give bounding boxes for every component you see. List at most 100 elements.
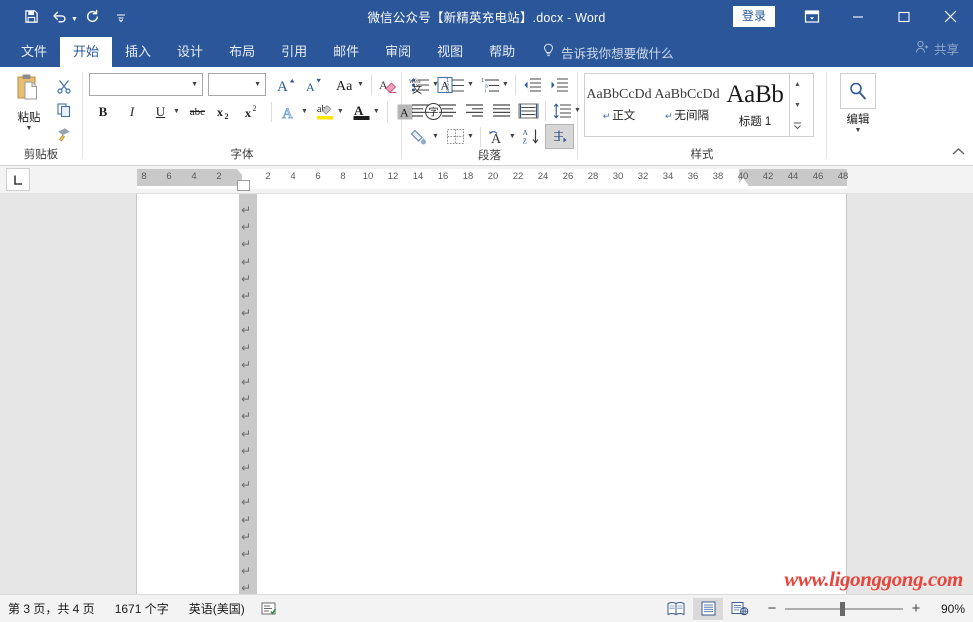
text-highlight-button[interactable]: ab ▼ <box>312 100 347 123</box>
font-name-input[interactable]: ▼ <box>89 73 203 96</box>
grow-font-button[interactable]: A <box>272 73 299 96</box>
chevron-down-icon[interactable]: ▼ <box>509 133 519 140</box>
chevron-down-icon[interactable]: ▼ <box>373 108 383 115</box>
tab-design[interactable]: 设计 <box>164 37 216 67</box>
styles-scroll-up-button[interactable]: ▲ <box>790 74 805 95</box>
decrease-indent-button[interactable] <box>519 73 546 96</box>
chevron-down-icon[interactable]: ▼ <box>173 108 183 115</box>
chevron-down-icon[interactable]: ▼ <box>301 108 311 115</box>
maximize-icon[interactable] <box>881 0 927 33</box>
editing-dropdown-caret[interactable]: ▼ <box>855 127 862 134</box>
customize-qat-icon[interactable] <box>108 5 134 29</box>
ruler-tick: 2 <box>265 171 271 182</box>
paragraph-mark: ↵ <box>241 289 252 303</box>
zoom-level-label[interactable]: 90% <box>929 602 965 616</box>
tab-home[interactable]: 开始 <box>60 37 113 67</box>
tell-me-box[interactable]: 告诉我你想要做什么 <box>542 37 674 67</box>
chevron-down-icon[interactable]: ▼ <box>502 81 512 88</box>
increase-indent-button[interactable] <box>546 73 573 96</box>
sort-button[interactable]: AZ <box>519 125 546 148</box>
undo-icon[interactable] <box>46 5 72 29</box>
format-painter-icon[interactable] <box>53 123 75 144</box>
collapse-ribbon-button[interactable] <box>952 143 965 161</box>
style-item-no-spacing[interactable]: AaBbCcDd ↵ 无间隔 <box>653 74 721 136</box>
align-right-button[interactable] <box>461 99 488 122</box>
minimize-icon[interactable] <box>835 0 881 33</box>
tab-insert[interactable]: 插入 <box>112 37 164 67</box>
save-icon[interactable] <box>18 5 44 29</box>
strikethrough-button[interactable]: abc <box>184 100 211 123</box>
font-color-button[interactable]: A ▼ <box>348 100 383 123</box>
ribbon-display-options-icon[interactable] <box>789 0 835 33</box>
tab-file[interactable]: 文件 <box>8 37 60 67</box>
align-left-button[interactable] <box>407 99 434 122</box>
justify-button[interactable] <box>488 99 515 122</box>
editing-button[interactable]: 编辑 ▼ <box>835 73 881 134</box>
styles-more-button[interactable] <box>790 115 805 136</box>
shrink-font-button[interactable]: A <box>300 73 327 96</box>
distribute-button[interactable] <box>515 99 542 122</box>
document-page[interactable]: ↵ ↵ ↵ ↵ ↵ ↵ ↵ ↵ ↵ ↵ ↵ ↵ ↵ ↵ ↵ ↵ ↵ ↵ ↵ ↵ ↵ ↵ ↵ <box>137 194 846 594</box>
bold-button[interactable]: B <box>89 100 117 123</box>
share-button[interactable]: 共享 <box>915 39 959 58</box>
right-indent-marker[interactable] <box>737 178 749 186</box>
tab-mailings[interactable]: 邮件 <box>320 37 372 67</box>
document-area[interactable]: ↵ ↵ ↵ ↵ ↵ ↵ ↵ ↵ ↵ ↵ ↵ ↵ ↵ ↵ ↵ ↵ ↵ ↵ ↵ ↵ ↵ ↵ ↵ www.ligonggong.c… <box>0 194 973 594</box>
tab-view[interactable]: 视图 <box>424 37 476 67</box>
clear-formatting-button[interactable]: A <box>376 73 403 96</box>
superscript-button[interactable]: x2 <box>240 100 267 123</box>
tab-review[interactable]: 审阅 <box>372 37 424 67</box>
zoom-in-button[interactable]: + <box>909 601 923 616</box>
styles-scroll-down-button[interactable]: ▼ <box>790 95 805 116</box>
proofing-errors-icon[interactable] <box>255 601 283 616</box>
shading-button[interactable]: ▼ <box>407 125 442 148</box>
font-size-input[interactable]: ▼ <box>208 73 266 96</box>
redo-icon[interactable] <box>80 5 106 29</box>
change-case-button[interactable]: Aa ▼ <box>332 73 367 96</box>
asian-layout-button[interactable]: A ▼ <box>484 125 519 148</box>
chevron-down-icon[interactable]: ▼ <box>467 133 477 140</box>
subscript-button[interactable]: x2 <box>212 100 239 123</box>
chevron-down-icon[interactable]: ▼ <box>357 81 367 88</box>
print-layout-button[interactable] <box>693 597 723 620</box>
chevron-down-icon[interactable]: ▼ <box>191 81 198 88</box>
left-indent-marker[interactable] <box>237 180 250 191</box>
style-item-normal[interactable]: AaBbCcDd ↵ 正文 <box>585 74 653 136</box>
paste-dropdown-caret[interactable]: ▼ <box>26 125 33 132</box>
copy-icon[interactable] <box>53 99 75 120</box>
undo-dropdown-caret[interactable]: ▼ <box>71 16 78 23</box>
first-line-indent-marker[interactable] <box>237 169 249 176</box>
bullets-button[interactable]: ▼ <box>407 73 442 96</box>
read-mode-button[interactable] <box>661 598 691 620</box>
underline-button[interactable]: U ▼ <box>147 100 183 123</box>
align-center-button[interactable] <box>434 99 461 122</box>
multilevel-list-button[interactable]: 1ai ▼ <box>477 73 512 96</box>
web-layout-button[interactable] <box>725 598 755 620</box>
chevron-down-icon[interactable]: ▼ <box>254 81 261 88</box>
show-formatting-marks-button[interactable] <box>544 124 574 149</box>
chevron-down-icon[interactable]: ▼ <box>467 81 477 88</box>
tab-stop-selector[interactable] <box>6 168 30 191</box>
group-editing: 编辑 ▼ <box>827 67 889 165</box>
paste-button[interactable]: 粘贴 ▼ <box>6 71 52 132</box>
italic-button[interactable]: I <box>118 100 146 123</box>
chevron-down-icon[interactable]: ▼ <box>432 133 442 140</box>
zoom-slider-thumb[interactable] <box>840 601 846 616</box>
tab-help[interactable]: 帮助 <box>476 37 528 67</box>
sign-in-button[interactable]: 登录 <box>732 6 775 27</box>
zoom-slider-track[interactable] <box>785 601 903 616</box>
style-item-heading-1[interactable]: AaBb 标题 1 <box>721 74 789 136</box>
zoom-out-button[interactable]: − <box>765 601 779 616</box>
text-effects-button[interactable]: A ▼ <box>276 100 311 123</box>
language-status[interactable]: 英语(美国) <box>179 600 255 617</box>
tab-layout[interactable]: 布局 <box>216 37 268 67</box>
page-number-status[interactable]: 第 3 页，共 4 页 <box>0 600 105 617</box>
borders-button[interactable]: ▼ <box>442 125 477 148</box>
numbering-button[interactable]: 123 ▼ <box>442 73 477 96</box>
word-count-status[interactable]: 1671 个字 <box>105 600 179 617</box>
chevron-down-icon[interactable]: ▼ <box>432 81 442 88</box>
close-icon[interactable] <box>927 0 973 33</box>
scissors-icon[interactable] <box>53 75 75 96</box>
tab-references[interactable]: 引用 <box>268 37 320 67</box>
chevron-down-icon[interactable]: ▼ <box>337 108 347 115</box>
